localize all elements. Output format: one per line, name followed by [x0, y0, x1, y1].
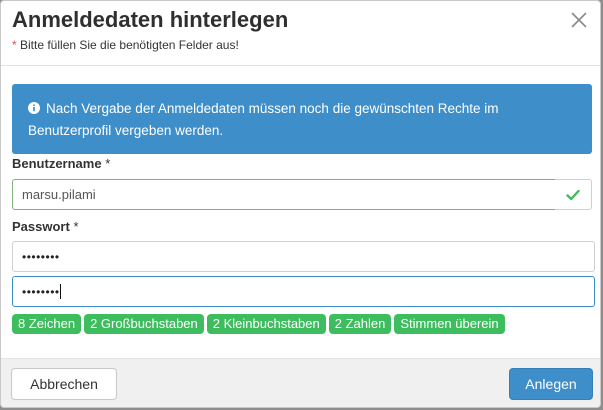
rule-min-length: 8 Zeichen	[12, 314, 82, 334]
rule-lowercase: 2 Kleinbuchstaben	[206, 314, 326, 334]
password-confirm-masked-value: ••••••••	[22, 285, 60, 299]
info-alert: Nach Vergabe der Anmeldedaten müssen noc…	[12, 84, 592, 154]
dialog-header: Anmeldedaten hinterlegen * Bitte füllen …	[1, 1, 600, 66]
username-label: Benutzername *	[12, 156, 110, 171]
close-icon	[571, 12, 587, 28]
text-cursor	[60, 284, 61, 299]
password-input[interactable]: ••••••••	[12, 241, 595, 272]
password-rules: 8 Zeichen 2 Großbuchstaben 2 Kleinbuchst…	[12, 314, 505, 334]
password-label: Passwort *	[12, 219, 79, 234]
username-label-text: Benutzername	[12, 156, 102, 171]
password-confirm-input[interactable]: ••••••••	[12, 276, 595, 307]
dialog-subtitle: * Bitte füllen Sie die benötigten Felder…	[12, 38, 239, 52]
required-marker: *	[73, 219, 79, 234]
check-icon	[566, 189, 580, 200]
required-marker: *	[105, 156, 111, 171]
dialog-footer: Abbrechen Anlegen	[1, 358, 600, 407]
rule-numbers: 2 Zahlen	[328, 314, 392, 334]
username-input[interactable]	[12, 179, 556, 210]
cancel-button[interactable]: Abbrechen	[11, 368, 117, 400]
create-button[interactable]: Anlegen	[509, 368, 593, 400]
rule-uppercase: 2 Großbuchstaben	[84, 314, 204, 334]
subtitle-text: Bitte füllen Sie die benötigten Felder a…	[16, 38, 239, 52]
close-button[interactable]	[568, 9, 590, 31]
password-masked-value: ••••••••	[22, 250, 60, 264]
info-icon	[28, 102, 40, 114]
alert-text: Nach Vergabe der Anmeldedaten müssen noc…	[28, 101, 499, 138]
username-valid-addon	[555, 179, 592, 210]
rule-match: Stimmen überein	[394, 314, 505, 334]
dialog-title: Anmeldedaten hinterlegen	[12, 7, 289, 32]
password-label-text: Passwort	[12, 219, 70, 234]
login-credentials-dialog: Anmeldedaten hinterlegen * Bitte füllen …	[0, 0, 601, 408]
